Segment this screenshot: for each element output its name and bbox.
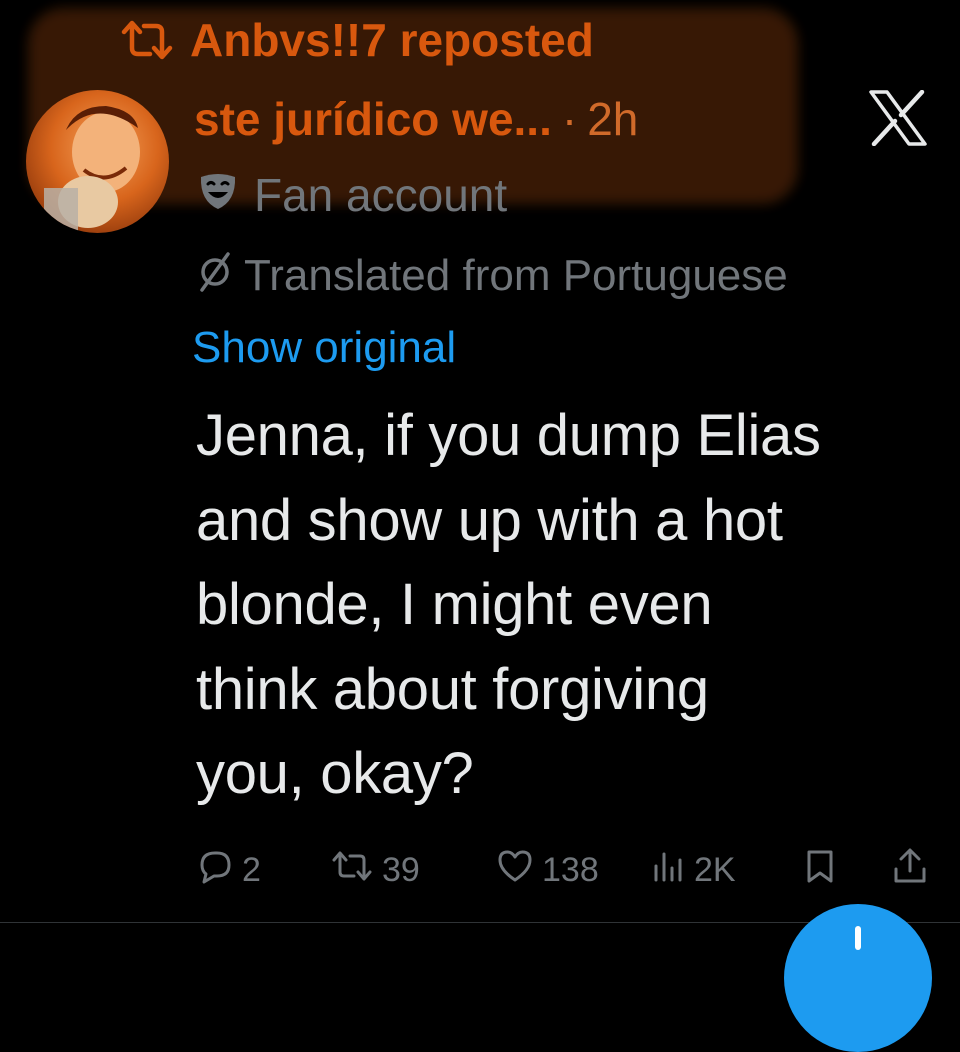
x-logo-icon [868, 89, 928, 147]
reply-button[interactable]: 2 [196, 842, 261, 898]
show-original-link[interactable]: Show original [192, 318, 456, 378]
null-set-icon [194, 250, 236, 303]
tweet-line: think about forgiving [196, 656, 709, 722]
reply-count: 2 [242, 850, 261, 889]
tweet-line: Jenna, if you dump Elias [196, 403, 821, 468]
action-bar: 2 39 138 2K [196, 842, 936, 898]
repost-icon [118, 18, 176, 62]
post-time[interactable]: 2h [587, 92, 638, 146]
tweet-body: Jenna, if you dump Elias and show up wit… [196, 394, 946, 817]
tweet-line: you, okay? [196, 741, 474, 806]
repost-context[interactable]: Anbvs!!7 reposted [118, 12, 594, 68]
plus-icon [855, 926, 861, 950]
repost-action-icon [330, 849, 374, 892]
share-button[interactable] [892, 842, 928, 898]
repost-button[interactable]: 39 [330, 842, 420, 898]
avatar[interactable] [26, 90, 169, 233]
view-count: 2K [694, 850, 736, 889]
repost-count: 39 [382, 850, 420, 889]
heart-icon [496, 848, 534, 893]
meta-separator: · [561, 93, 578, 145]
bookmark-icon [804, 848, 836, 893]
author-display-name[interactable]: ste jurídico we... [194, 92, 552, 146]
reply-icon [196, 847, 234, 894]
translation-notice-text: Translated from Portuguese [244, 251, 788, 300]
account-label-row[interactable]: Fan account [198, 164, 507, 226]
analytics-icon [652, 848, 686, 893]
tweet-line: and show up with a hot [196, 487, 783, 553]
bookmark-button[interactable] [804, 842, 836, 898]
author-row[interactable]: ste jurídico we... · 2h [194, 86, 638, 152]
compose-fab-button[interactable] [784, 904, 932, 1052]
like-button[interactable]: 138 [496, 842, 599, 898]
repost-label: Anbvs!!7 reposted [190, 14, 594, 66]
views-button[interactable]: 2K [652, 842, 736, 898]
account-label-text: Fan account [254, 169, 508, 221]
tweet-line: blonde, I might even [196, 572, 713, 637]
translation-notice: Translated from Portuguese [194, 246, 788, 306]
like-count: 138 [542, 850, 599, 889]
theater-masks-icon [198, 168, 238, 222]
share-icon [892, 847, 928, 894]
